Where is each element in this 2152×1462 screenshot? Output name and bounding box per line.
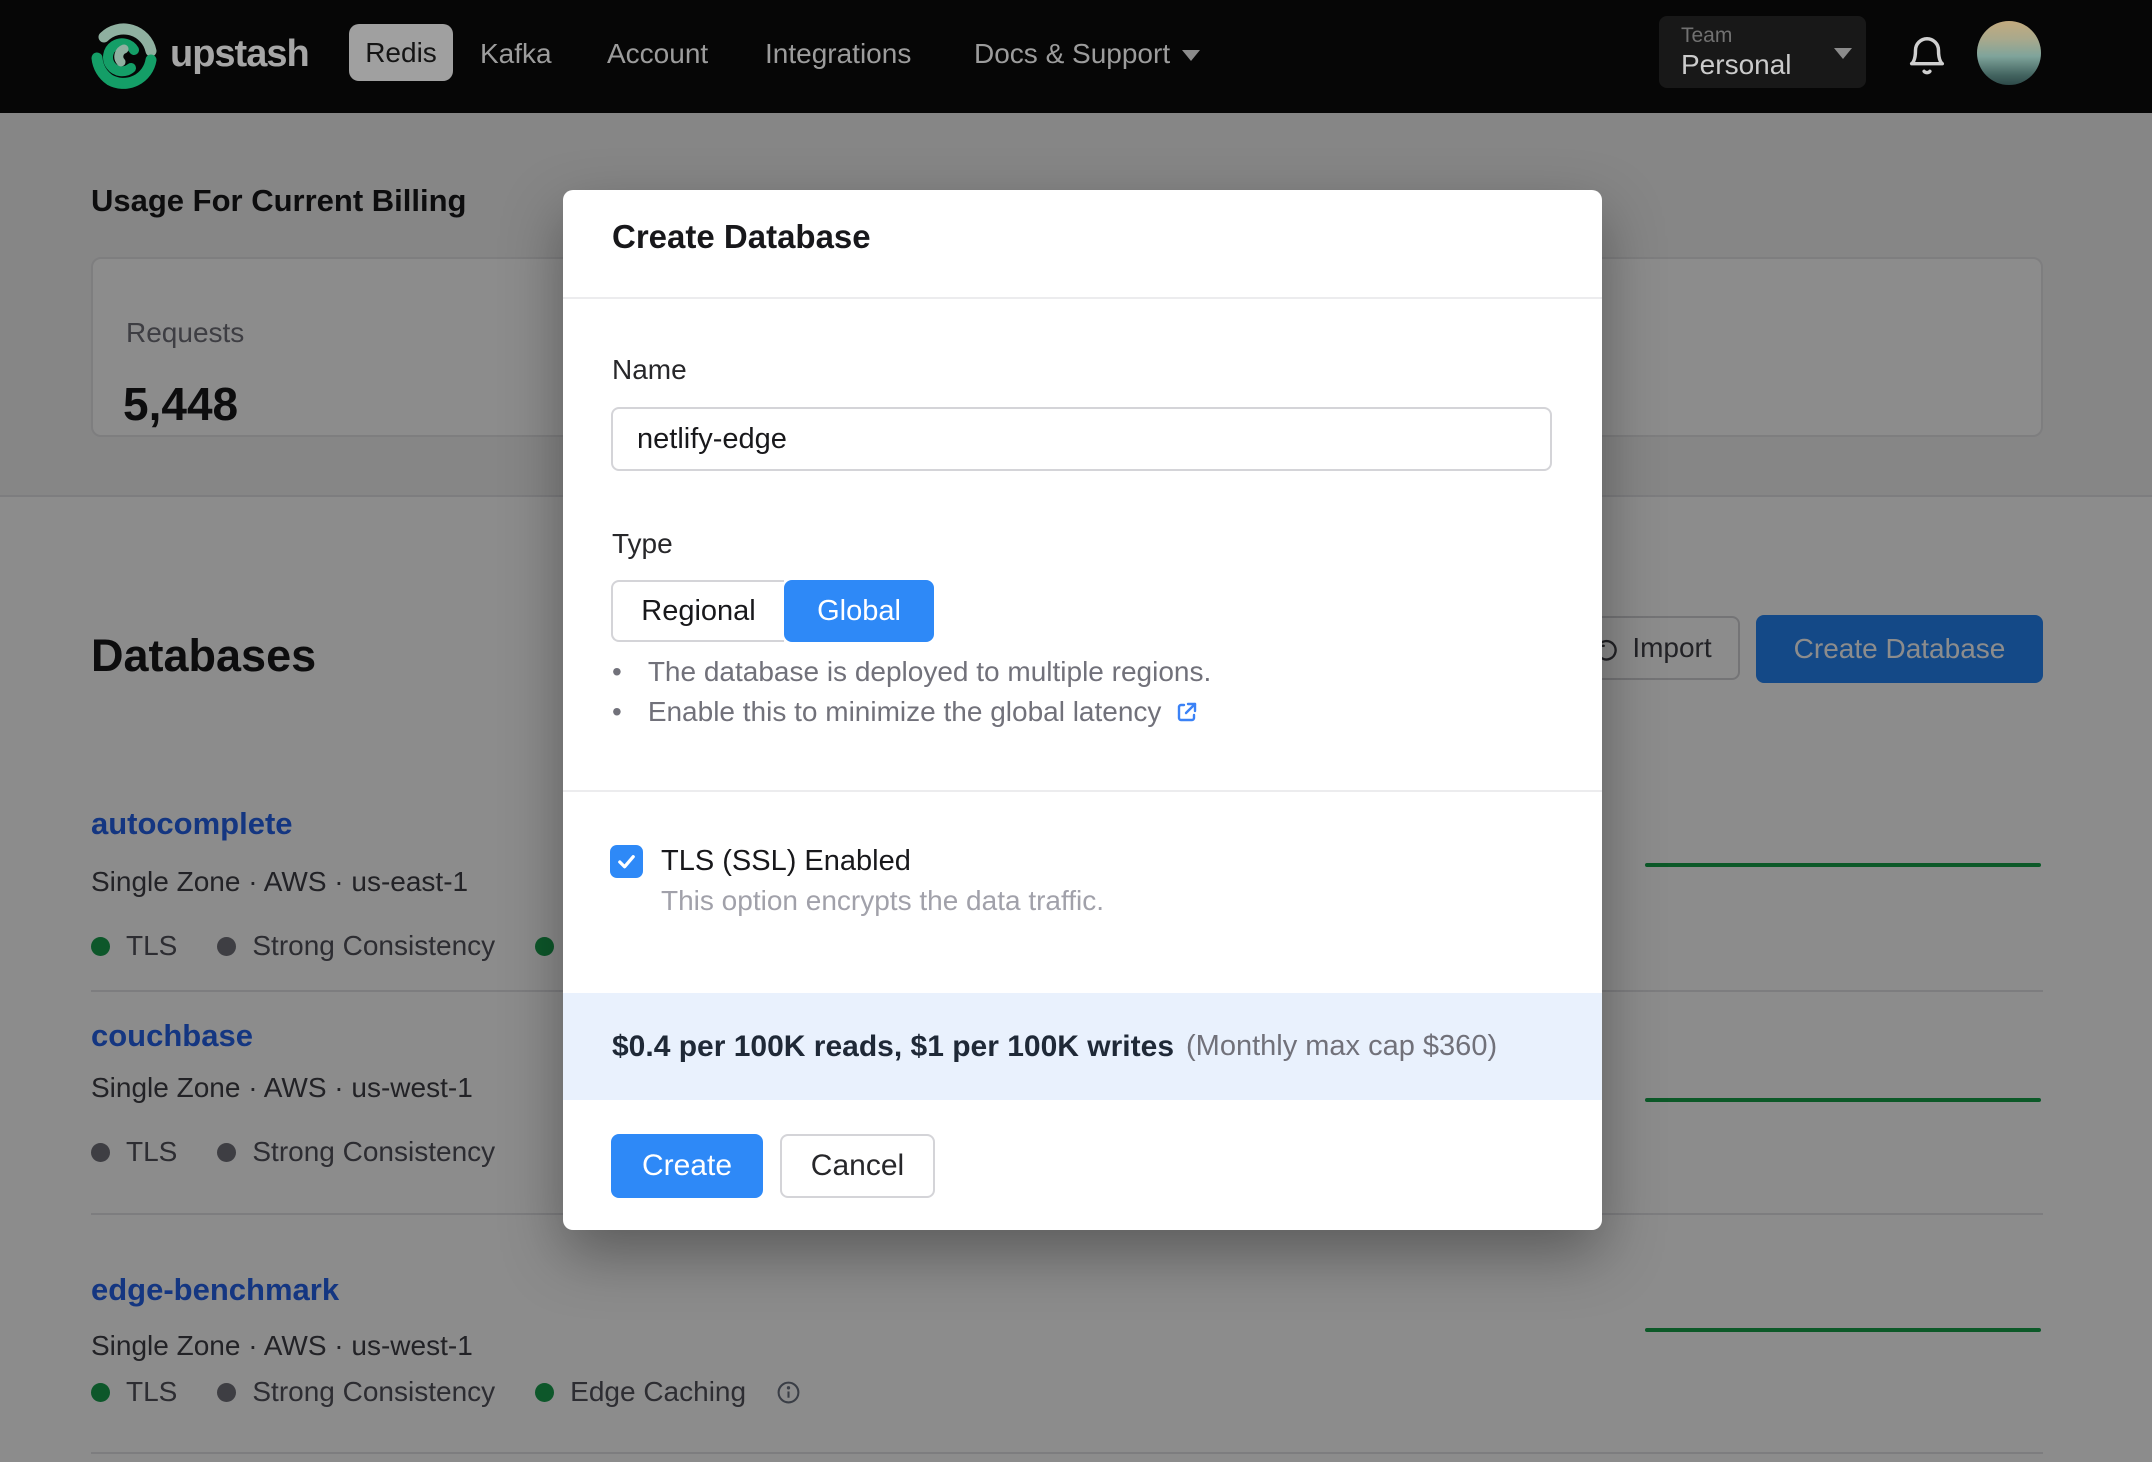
user-avatar[interactable] (1977, 21, 2041, 85)
nav-item-redis[interactable]: Redis (349, 24, 453, 81)
checkmark-icon (618, 855, 635, 869)
modal-section-divider (563, 790, 1602, 792)
type-label: Type (612, 528, 673, 559)
type-option-regional[interactable]: Regional (611, 580, 784, 642)
app-window: upstash Redis Kafka Account Integrations… (0, 0, 2152, 1462)
chevron-down-icon (1834, 48, 1852, 59)
upstash-logo-icon[interactable] (88, 20, 160, 92)
tls-description: This option encrypts the data traffic. (661, 885, 1105, 916)
nav-item-account[interactable]: Account (607, 38, 708, 70)
notifications-bell-icon[interactable] (1904, 33, 1950, 79)
bullet-text: Enable this to minimize the global laten… (647, 696, 1162, 727)
tls-checkbox[interactable] (610, 845, 643, 878)
create-database-modal: Create Database Name Type Regional Globa… (563, 190, 1602, 1230)
pricing-text: $0.4 per 100K reads, $1 per 100K writes (612, 1029, 1175, 1063)
team-selector[interactable]: Team Personal (1659, 16, 1866, 88)
pricing-banner: $0.4 per 100K reads, $1 per 100K writes … (563, 993, 1602, 1100)
cancel-button[interactable]: Cancel (780, 1134, 935, 1198)
type-toggle: Regional Global (611, 580, 934, 642)
external-link-icon[interactable] (1175, 700, 1199, 724)
tls-enabled-label: TLS (SSL) Enabled (661, 845, 911, 877)
nav-item-docs-support-label: Docs & Support (974, 38, 1171, 69)
type-bullet-1: The database is deployed to multiple reg… (612, 656, 1211, 688)
type-bullet-2: Enable this to minimize the global laten… (612, 696, 1199, 728)
nav-item-docs-support[interactable]: Docs & Support (974, 38, 1201, 70)
team-selector-value: Personal (1681, 49, 1792, 80)
nav-item-kafka[interactable]: Kafka (480, 38, 552, 70)
nav-item-integrations[interactable]: Integrations (765, 38, 911, 70)
modal-header-divider (563, 297, 1602, 299)
create-button[interactable]: Create (611, 1134, 763, 1198)
top-navbar: upstash Redis Kafka Account Integrations… (0, 0, 2152, 113)
type-option-global[interactable]: Global (784, 580, 934, 642)
brand-wordmark: upstash (170, 33, 310, 75)
name-label: Name (612, 354, 687, 385)
chevron-down-icon (1182, 50, 1201, 62)
team-selector-label: Team (1681, 24, 1733, 47)
bullet-text: The database is deployed to multiple reg… (647, 656, 1212, 687)
pricing-cap-note: (Monthly max cap $360) (1186, 1030, 1498, 1062)
modal-title: Create Database (612, 218, 871, 255)
database-name-input[interactable] (611, 407, 1552, 471)
nav-item-redis-label: Redis (365, 36, 437, 68)
